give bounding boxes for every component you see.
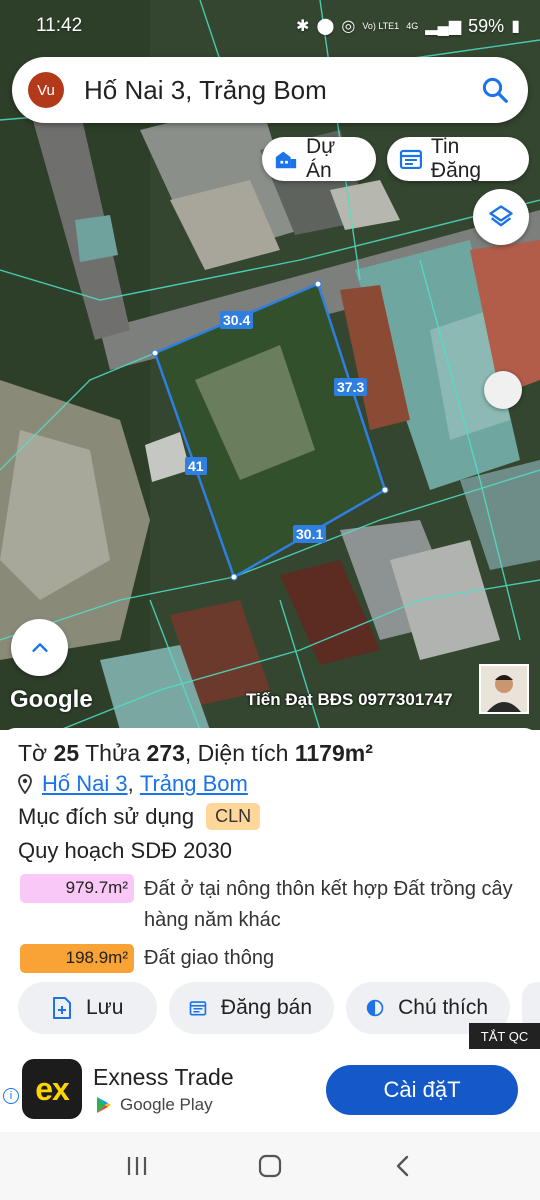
avatar[interactable]: Vu	[28, 72, 64, 108]
search-icon[interactable]	[480, 75, 510, 105]
zone-area-badge: 198.9m²	[20, 944, 134, 973]
hotspot-icon: ◎	[341, 18, 356, 35]
legend-label: Chú thích	[398, 996, 488, 1019]
measure-left-label: 41	[185, 457, 207, 475]
plot-number: 273	[146, 740, 185, 766]
signal-icon: ▂▄▆	[425, 18, 462, 35]
search-bar[interactable]: Vu Hố Nai 3, Trảng Bom	[12, 57, 528, 123]
zone-area-badge: 979.7m²	[20, 874, 134, 903]
du-an-button[interactable]: Dự Án	[262, 135, 376, 182]
parcel-title: Tờ 25 Thửa 273, Diện tích 1179m²	[18, 740, 522, 767]
layers-icon	[489, 205, 513, 227]
location-row: Hố Nai 3, Trảng Bom	[18, 771, 522, 797]
measure-bottom-label: 30.1	[293, 525, 327, 543]
measure-right-label: 37.3	[334, 378, 368, 396]
measure-top-label: 30.4	[220, 311, 254, 329]
location-district-link[interactable]: Trảng Bom	[140, 771, 248, 797]
save-label: Lưu	[86, 996, 124, 1019]
zone-item: 198.9m² Đất giao thông	[18, 944, 522, 973]
location-ward-link[interactable]: Hố Nai 3	[42, 771, 128, 797]
back-icon	[397, 1155, 409, 1177]
recent-apps-button[interactable]	[117, 1146, 157, 1186]
zone-description: Đất giao thông	[144, 947, 275, 969]
battery-percent: 59%	[468, 15, 505, 36]
action-bar: Lưu Đăng bán Chú thích	[18, 982, 540, 1034]
area-value: 1179m²	[294, 740, 373, 766]
home-icon	[258, 1154, 282, 1178]
location-separator: ,	[127, 771, 134, 796]
plan-label: Quy hoạch SDĐ 2030	[18, 838, 233, 863]
home-button[interactable]	[250, 1146, 290, 1186]
back-button[interactable]	[383, 1146, 423, 1186]
network-type: 4G	[406, 20, 419, 31]
google-play-icon	[97, 1097, 111, 1113]
du-an-label: Dự Án	[305, 135, 336, 182]
status-icons: ✱ ⬤ ◎ Vo) LTE1 4G ▂▄▆ 59% ▮	[296, 16, 520, 37]
ad-app-logo: ex	[22, 1059, 82, 1119]
install-button[interactable]: Cài đặT	[326, 1065, 518, 1115]
search-query[interactable]: Hố Nai 3, Trảng Bom	[84, 75, 480, 106]
ad-store-label: Google Play	[120, 1095, 213, 1114]
bluetooth-icon: ✱	[296, 18, 310, 35]
zone-description: Đất ở tại nông thôn kết hợp Đất trồng câ…	[144, 878, 513, 931]
post-sale-label: Đăng bán	[220, 996, 312, 1019]
listing-icon	[189, 1001, 207, 1016]
status-time: 11:42	[36, 15, 83, 36]
satellite-map[interactable]: 30.4 37.3 41 30.1 11:42 ✱ ⬤ ◎ Vo) LTE1 4…	[0, 0, 540, 730]
info-icon[interactable]: i	[3, 1088, 19, 1104]
layers-button[interactable]	[473, 189, 529, 245]
save-button[interactable]: Lưu	[18, 982, 157, 1034]
close-ad-button[interactable]: TẮT QC	[469, 1023, 540, 1049]
parcel-info-sheet: Tờ 25 Thửa 273, Diện tích 1179m² Hố Nai …	[0, 728, 540, 1050]
ad-title: Exness Trade	[93, 1064, 234, 1090]
battery-icon: ▮	[511, 18, 520, 35]
system-nav-bar	[0, 1132, 540, 1200]
usage-code-badge: CLN	[206, 803, 261, 830]
area-label: , Diện tích	[184, 740, 289, 766]
building-icon	[275, 151, 297, 169]
location-pin-icon	[18, 774, 32, 794]
add-file-icon	[53, 997, 71, 1019]
location-icon: ⬤	[316, 18, 335, 35]
sheet-label: Tờ	[18, 740, 48, 766]
tin-dang-button[interactable]: Tin Đăng	[387, 135, 529, 182]
watermark-text: Tiến Đạt BĐS 0977301747	[246, 690, 453, 709]
sheet-number: 25	[53, 740, 80, 766]
volte-indicator: Vo) LTE1	[362, 20, 400, 31]
chevron-up-icon	[31, 642, 48, 652]
usage-row: Mục đích sử dụng CLN	[18, 803, 522, 830]
tin-dang-label: Tin Đăng	[430, 135, 482, 182]
post-sale-button[interactable]: Đăng bán	[169, 982, 334, 1034]
agent-photo	[479, 664, 529, 714]
google-logo: Google	[10, 686, 93, 713]
map-drag-handle[interactable]	[484, 371, 522, 409]
zone-item: 979.7m² Đất ở tại nông thôn kết hợp Đất …	[18, 874, 522, 936]
contrast-icon	[366, 999, 384, 1017]
listing-icon	[399, 149, 423, 170]
recent-apps-icon	[127, 1157, 146, 1175]
plot-label: Thửa	[85, 740, 141, 766]
ad-banner[interactable]: i ex Exness Trade Google Play Cài đặT	[0, 1050, 540, 1132]
expand-up-button[interactable]	[11, 619, 68, 676]
usage-label: Mục đích sử dụng	[18, 803, 195, 829]
ad-store-row: Google Play	[96, 1095, 213, 1115]
status-bar: 11:42 ✱ ⬤ ◎ Vo) LTE1 4G ▂▄▆ 59% ▮	[0, 0, 540, 52]
